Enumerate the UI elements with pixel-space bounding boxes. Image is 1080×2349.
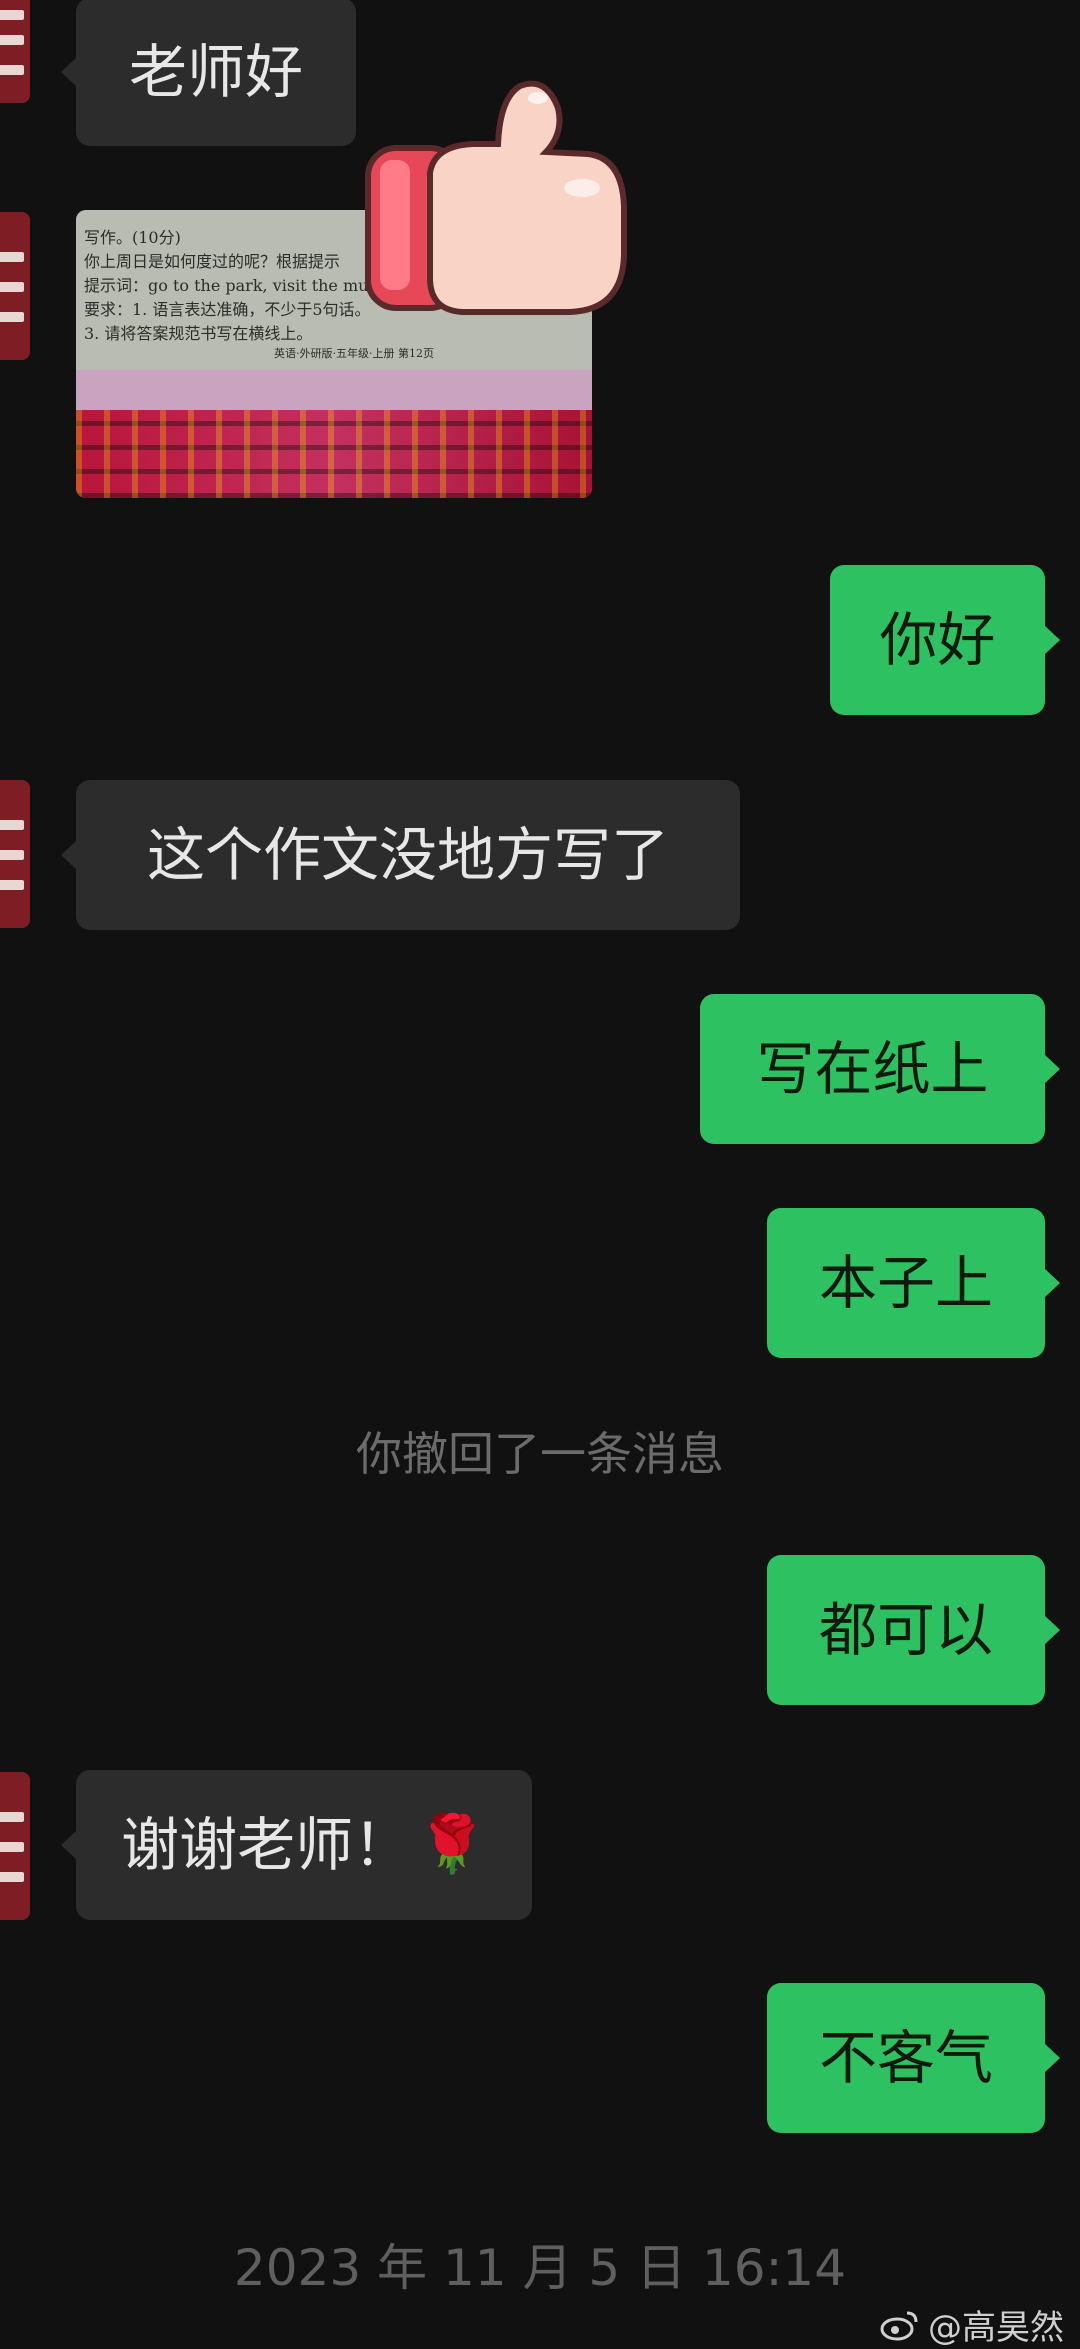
avatar[interactable] <box>0 212 30 360</box>
watermark: @高昊然 <box>880 2300 1064 2349</box>
message-bubble-outgoing[interactable]: 不客气 <box>767 1983 1060 2133</box>
message-bubble-incoming[interactable]: 谢谢老师！ 🌹 <box>61 1770 532 1920</box>
image-text-footer: 英语·外研版·五年级·上册 第12页 <box>274 347 434 360</box>
message-bubble-outgoing[interactable]: 写在纸上 <box>700 994 1060 1144</box>
message-bubble-incoming[interactable]: 这个作文没地方写了 <box>61 780 740 930</box>
message-bubble-incoming[interactable]: 老师好 <box>61 0 356 146</box>
rose-icon: 🌹 <box>417 1812 487 1877</box>
message-text: 你好 <box>879 606 996 674</box>
message-text: 本子上 <box>818 1249 993 1317</box>
message-bubble-outgoing[interactable]: 都可以 <box>767 1555 1060 1705</box>
avatar[interactable] <box>0 0 30 103</box>
avatar[interactable] <box>0 1772 30 1920</box>
tablecloth <box>76 410 592 498</box>
watermark-text: @高昊然 <box>928 2308 1064 2348</box>
message-bubble-outgoing[interactable]: 本子上 <box>767 1208 1060 1358</box>
message-text: 谢谢老师！ <box>121 1811 412 1879</box>
message-text: 这个作文没地方写了 <box>146 821 669 889</box>
avatar[interactable] <box>0 780 30 928</box>
recall-notice: 你撤回了一条消息 <box>356 1427 724 1481</box>
book-edge <box>76 370 592 410</box>
message-bubble-outgoing[interactable]: 你好 <box>830 565 1060 715</box>
message-text: 写在纸上 <box>756 1035 989 1103</box>
thumbs-up-icon <box>365 80 627 315</box>
message-text: 不客气 <box>818 2024 993 2092</box>
message-text: 都可以 <box>818 1596 993 1664</box>
message-timestamp: 2023 年 11 月 5 日 16:14 <box>233 2239 847 2297</box>
message-text: 老师好 <box>128 38 303 106</box>
weibo-icon <box>880 2311 918 2340</box>
